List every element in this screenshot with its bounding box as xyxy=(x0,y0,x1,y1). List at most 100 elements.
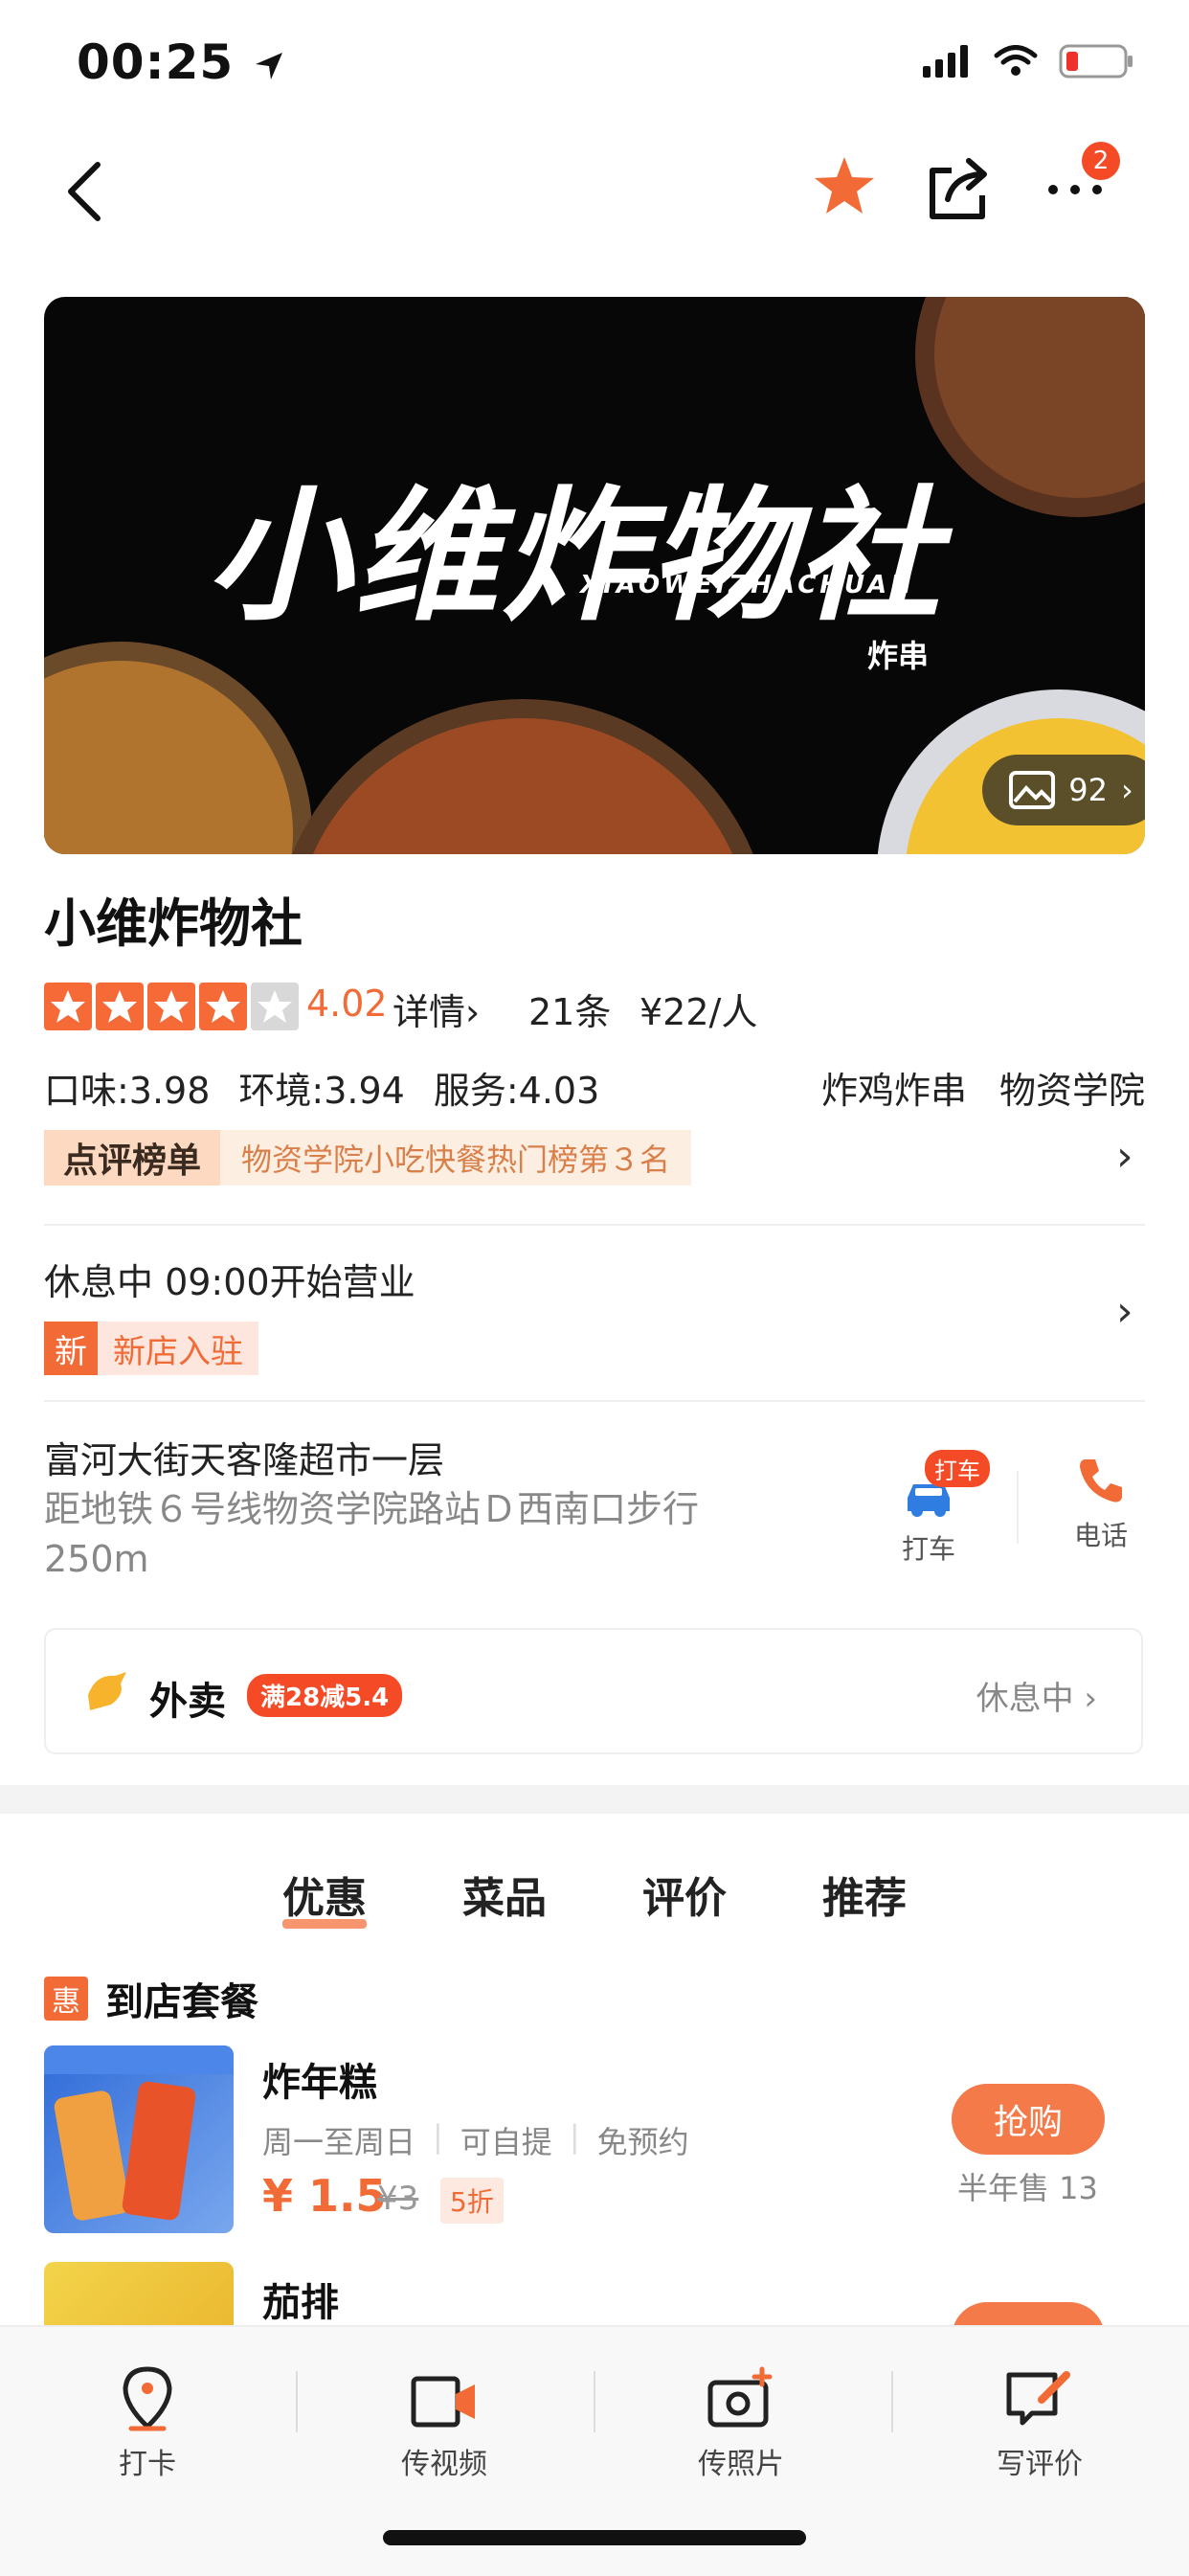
rating-detail-link[interactable]: 详情› xyxy=(393,983,480,1035)
star-empty-icon xyxy=(251,983,299,1030)
rating-score: 4.02 xyxy=(306,983,388,1025)
chevron-right-icon[interactable]: › xyxy=(1116,1287,1133,1336)
section-title: 到店套餐 xyxy=(105,1980,258,2024)
deal-tags: 周一至周日 | 可自提 | 免预约 xyxy=(262,2118,689,2160)
deal-thumbnail[interactable] xyxy=(44,2045,234,2233)
status-time: 00:25 xyxy=(77,34,286,90)
upload-photo-button[interactable]: 传照片 xyxy=(645,2365,837,2482)
review-count[interactable]: 21条 xyxy=(528,983,611,1035)
ranking-tag: 点评榜单 xyxy=(44,1130,221,1186)
write-review-label: 写评价 xyxy=(997,2448,1083,2481)
write-review-button[interactable]: 写评价 xyxy=(944,2365,1135,2482)
phone-icon xyxy=(1080,1459,1122,1503)
star-rating xyxy=(44,983,299,1030)
tab-offers[interactable]: 优惠 xyxy=(282,1864,367,1929)
deal-original-price: ¥3 xyxy=(377,2180,419,2218)
subway-distance: 距地铁６号线物资学院路站Ｄ西南口步行250m xyxy=(44,1488,700,1580)
deal-tag: 免预约 xyxy=(596,2124,689,2160)
shop-address[interactable]: 富河大街天客隆超市一层 xyxy=(44,1431,444,1483)
price-per-person: ¥22/人 xyxy=(639,991,758,1033)
new-shop-text: 新店入驻 xyxy=(98,1322,258,1375)
category-tag[interactable]: 炸鸡炸串 xyxy=(821,1061,967,1114)
section-separator xyxy=(0,1785,1189,1814)
subscore-service: 服务:4.03 xyxy=(433,1070,600,1112)
new-tag: 新 xyxy=(44,1322,98,1375)
shop-tags: 炸鸡炸串 物资学院 xyxy=(821,1061,1145,1114)
deal-price: ¥ 1.5 xyxy=(262,2170,387,2222)
star-icon xyxy=(96,983,144,1030)
divider xyxy=(891,2371,893,2432)
chevron-left-icon xyxy=(68,162,101,221)
star-icon xyxy=(44,983,92,1030)
chevron-right-icon: › xyxy=(465,991,481,1033)
status-icons xyxy=(923,42,1135,80)
buy-button[interactable]: 抢购 xyxy=(952,2084,1105,2155)
tab-reviews[interactable]: 评价 xyxy=(642,1864,727,1925)
image-icon xyxy=(1009,771,1056,809)
phone-label: 电话 xyxy=(1073,1520,1128,1551)
favorite-button[interactable] xyxy=(812,153,877,218)
deal-name[interactable]: 炸年糕 xyxy=(262,2051,377,2107)
delivery-status: 休息中 › xyxy=(976,1680,1097,1718)
delivery-label: 外卖 xyxy=(149,1680,226,1724)
delivery-card[interactable]: 外卖 满28减5.4 休息中 › xyxy=(44,1628,1143,1754)
share-icon xyxy=(930,158,987,219)
new-shop-badge: 新 新店入驻 xyxy=(44,1322,258,1375)
phone-button[interactable]: 电话 xyxy=(1063,1456,1139,1553)
divider xyxy=(44,1400,1145,1402)
upload-video-button[interactable]: 传视频 xyxy=(348,2365,540,2482)
battery-icon xyxy=(1059,44,1133,79)
subscore-environment: 环境:3.94 xyxy=(238,1070,405,1112)
location-pin-icon xyxy=(123,2366,172,2431)
shop-name: 小维炸物社 xyxy=(44,893,303,954)
banner-title: 小维炸物社 xyxy=(207,472,945,641)
home-indicator[interactable] xyxy=(383,2530,806,2545)
bottom-action-bar: 打卡 传视频 传照片 写评价 xyxy=(0,2325,1189,2576)
content-tabs: 优惠 菜品 评价 推荐 xyxy=(0,1864,1189,1929)
share-button[interactable] xyxy=(925,153,992,222)
tab-recommend[interactable]: 推荐 xyxy=(822,1864,907,1925)
signal-icon xyxy=(923,45,968,78)
video-upload-icon xyxy=(411,2376,475,2428)
chevron-right-icon: › xyxy=(1084,1680,1097,1718)
business-hours[interactable]: 休息中 09:00开始营业 xyxy=(44,1253,415,1305)
taxi-badge: 打车 xyxy=(925,1450,990,1487)
chevron-right-icon: › xyxy=(1120,772,1133,808)
ranking-banner[interactable]: 点评榜单 物资学院小吃快餐热门榜第３名 xyxy=(44,1130,692,1186)
deal-discount: 5折 xyxy=(440,2178,504,2224)
area-tag[interactable]: 物资学院 xyxy=(999,1061,1145,1114)
banner-subtitle: XIAOWEIZHACHUAN xyxy=(580,571,915,599)
chevron-right-icon[interactable]: › xyxy=(1116,1132,1133,1181)
star-icon xyxy=(815,157,874,214)
checkin-button[interactable]: 打卡 xyxy=(52,2365,243,2482)
write-review-icon xyxy=(1006,2371,1070,2426)
star-icon xyxy=(147,983,195,1030)
back-button[interactable] xyxy=(57,153,115,230)
deal-name[interactable]: 茄排 xyxy=(262,2271,339,2327)
deal-icon: 惠 xyxy=(44,1977,88,2021)
taxi-label: 打车 xyxy=(901,1533,955,1565)
photo-count-button[interactable]: 92 › xyxy=(982,755,1145,825)
shop-banner[interactable]: 小维炸物社 XIAOWEIZHACHUAN 炸串 92 › xyxy=(44,297,1145,854)
divider xyxy=(1017,1471,1019,1544)
deals-section-header: 惠 到店套餐 xyxy=(44,1971,258,2026)
wifi-icon xyxy=(994,45,1038,76)
ranking-text: 物资学院小吃快餐热门榜第３名 xyxy=(220,1130,692,1186)
tab-dishes[interactable]: 菜品 xyxy=(462,1864,547,1925)
divider xyxy=(594,2371,595,2432)
checkin-label: 打卡 xyxy=(119,2448,176,2481)
divider xyxy=(44,1224,1145,1226)
upload-photo-label: 传照片 xyxy=(698,2448,784,2481)
upload-video-label: 传视频 xyxy=(401,2448,487,2481)
camera-upload-icon xyxy=(707,2366,773,2428)
deal-tag: 周一至周日 xyxy=(262,2124,416,2160)
divider xyxy=(296,2371,298,2432)
delivery-icon xyxy=(88,1672,126,1710)
deal-tag: 可自提 xyxy=(460,2124,552,2160)
notification-badge: 2 xyxy=(1082,142,1120,180)
star-icon xyxy=(199,983,247,1030)
delivery-promo-badge: 满28减5.4 xyxy=(247,1674,403,1717)
fried-rice-cake-image xyxy=(44,2045,234,2221)
sold-count: 半年售 13 xyxy=(957,2170,1098,2206)
subscore-taste: 口味:3.98 xyxy=(44,1070,211,1112)
